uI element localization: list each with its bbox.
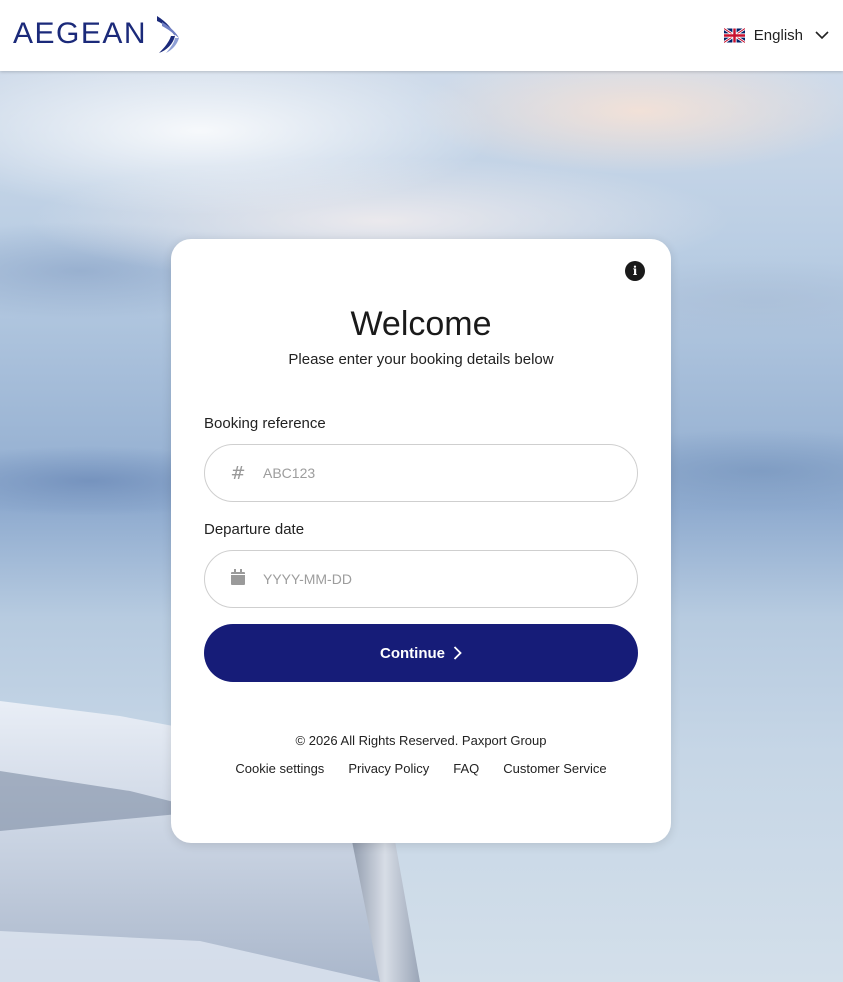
page-subtitle: Please enter your booking details below — [288, 351, 554, 368]
aegean-logo-mark-icon — [157, 16, 180, 53]
language-selector[interactable]: English — [723, 24, 829, 46]
brand-name: AEGEAN — [13, 17, 148, 50]
footer-links: Cookie settings Privacy Policy FAQ Custo… — [171, 761, 671, 776]
page-title: Welcome — [350, 305, 492, 343]
copyright-text: © 2026 All Rights Reserved. Paxport Grou… — [295, 733, 547, 748]
top-header: AEGEAN English — [0, 0, 843, 71]
booking-reference-field[interactable]: # — [204, 444, 638, 502]
privacy-policy-link[interactable]: Privacy Policy — [348, 761, 429, 776]
booking-reference-input[interactable] — [261, 464, 605, 482]
continue-button-label: Continue — [380, 644, 445, 662]
departure-date-input[interactable] — [261, 570, 605, 588]
booking-reference-label: Booking reference — [204, 415, 326, 432]
departure-date-field[interactable] — [204, 550, 638, 608]
departure-date-label: Departure date — [204, 521, 305, 538]
info-icon[interactable]: i — [625, 261, 645, 281]
continue-button[interactable]: Continue — [204, 624, 638, 682]
uk-flag-icon — [723, 27, 745, 43]
cookie-settings-link[interactable]: Cookie settings — [235, 761, 324, 776]
chevron-down-icon — [815, 31, 829, 40]
aegean-logo[interactable]: AEGEAN — [13, 14, 183, 54]
booking-login-card: i Welcome Please enter your booking deta… — [171, 239, 671, 843]
customer-service-link[interactable]: Customer Service — [503, 761, 606, 776]
calendar-icon — [230, 568, 246, 590]
language-label: English — [753, 26, 803, 44]
hash-icon: # — [230, 462, 246, 484]
chevron-right-icon — [453, 646, 462, 660]
faq-link[interactable]: FAQ — [453, 761, 479, 776]
